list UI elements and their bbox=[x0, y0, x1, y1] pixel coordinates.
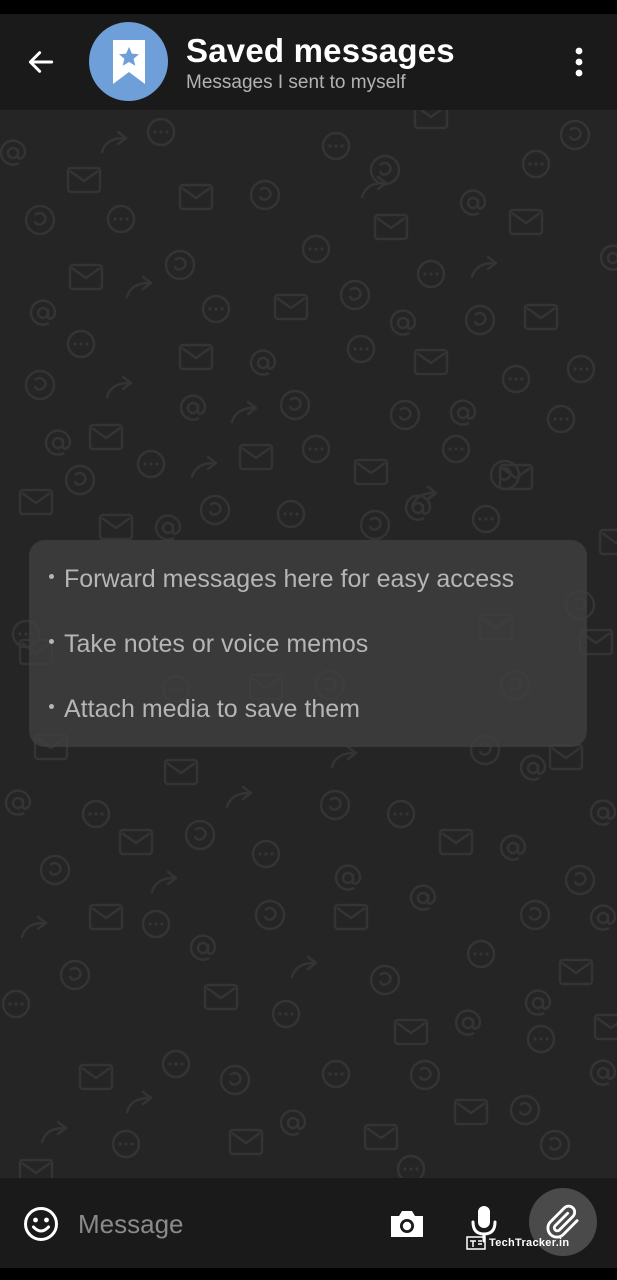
info-item-text: Take notes or voice memos bbox=[64, 630, 369, 658]
message-input[interactable] bbox=[78, 1202, 368, 1246]
info-item-text: Forward messages here for easy access bbox=[64, 565, 515, 593]
more-options-button[interactable] bbox=[560, 40, 598, 84]
info-item: Forward messages here for easy access bbox=[49, 565, 514, 594]
watermark-text: TechTracker.in bbox=[489, 1237, 570, 1249]
camera-button[interactable] bbox=[386, 1204, 428, 1244]
info-item-text: Attach media to save them bbox=[64, 695, 360, 723]
paperclip-icon bbox=[546, 1204, 579, 1239]
avatar[interactable] bbox=[89, 22, 168, 101]
message-input-bar bbox=[0, 1178, 617, 1268]
navigation-bar bbox=[0, 1268, 617, 1280]
bullet-icon bbox=[49, 703, 54, 709]
arrow-left-icon bbox=[28, 51, 54, 73]
app-screen: Saved messages Messages I sent to myself bbox=[0, 0, 617, 1280]
more-vertical-icon bbox=[575, 47, 583, 77]
chat-title[interactable]: Saved messages bbox=[186, 32, 455, 70]
bullet-icon bbox=[49, 638, 54, 644]
watermark: TechTracker.in bbox=[466, 1236, 569, 1250]
watermark-logo-icon bbox=[466, 1236, 486, 1250]
status-bar bbox=[0, 0, 617, 14]
smiley-icon bbox=[24, 1207, 58, 1241]
bullet-icon bbox=[49, 573, 54, 579]
emoji-button[interactable] bbox=[20, 1203, 62, 1245]
saved-messages-info-card: Forward messages here for easy access Ta… bbox=[29, 540, 587, 747]
bookmark-star-icon bbox=[112, 39, 145, 84]
info-item: Attach media to save them bbox=[49, 695, 360, 724]
info-item: Take notes or voice memos bbox=[49, 630, 368, 659]
chat-background: Forward messages here for easy access Ta… bbox=[0, 110, 617, 1178]
chat-header: Saved messages Messages I sent to myself bbox=[0, 14, 617, 110]
camera-icon bbox=[391, 1211, 423, 1237]
chat-subtitle: Messages I sent to myself bbox=[186, 72, 406, 93]
back-button[interactable] bbox=[16, 42, 66, 82]
